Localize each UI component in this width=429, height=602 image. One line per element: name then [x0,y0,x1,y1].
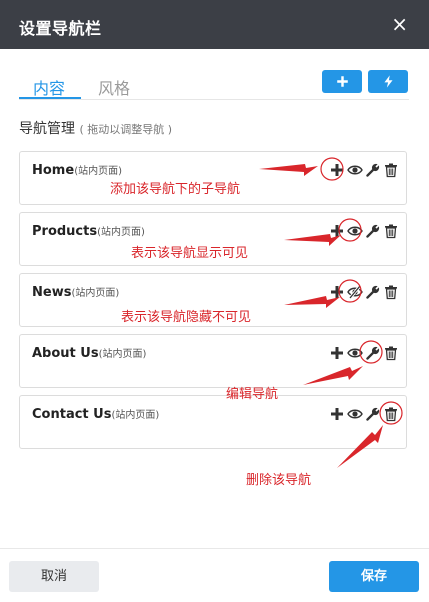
cancel-button[interactable]: 取消 [9,561,99,592]
annotation-circle-show [338,218,362,242]
annotation-arrow-show [284,234,341,246]
annotation-circle-add [320,157,344,181]
annotation-edit: 编辑导航 [226,387,279,402]
annotation-show: 表示该导航显示可见 [131,246,249,261]
annotation-circle-edit [359,340,383,364]
annotation-arrow-edit [303,366,363,385]
annotation-overlay [259,157,403,468]
annotation-add: 添加该导航下的子导航 [110,182,241,197]
annotation-arrow-delete [337,425,383,468]
save-button[interactable]: 保存 [329,561,419,592]
dialog-footer: 取消 保存 [0,548,429,602]
annotation-arrow-hide [284,296,340,308]
annotation-circle-hide [338,279,362,303]
annotation-arrow-add [259,164,318,176]
annotation-hide: 表示该导航隐藏不可见 [121,310,252,325]
annotation-delete: 删除该导航 [246,473,312,488]
annotation-circle-delete [379,401,403,425]
